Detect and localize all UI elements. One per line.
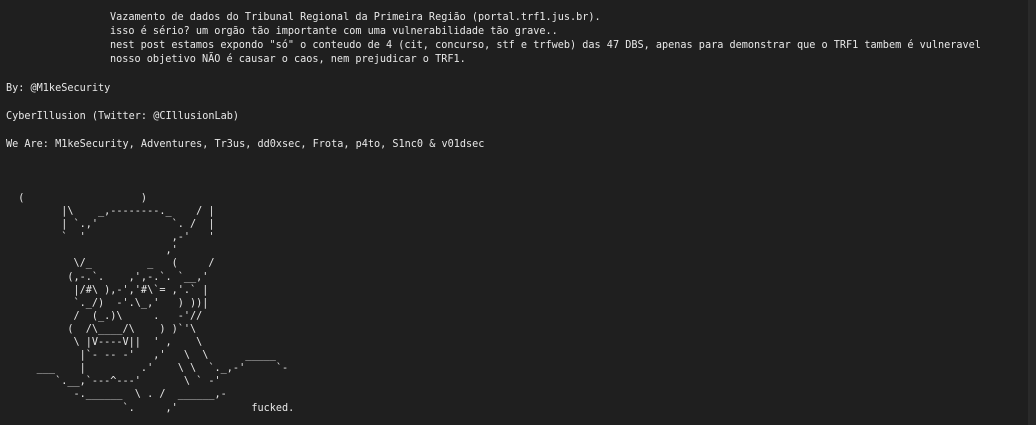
leak-announcement: Vazamento de dados do Tribunal Regional … (110, 11, 981, 67)
announcement-line-4: nosso objetivo NÃO é causar o caos, nem … (110, 54, 466, 65)
group-credit: CyberIllusion (Twitter: @CIllusionLab) (6, 111, 240, 122)
vertical-scrollbar[interactable] (1030, 0, 1036, 425)
ascii-art-skull: ( ) |\ _,--------._ / | | `.,' `. / | ` … (18, 193, 295, 414)
members-credit: We Are: M1keSecurity, Adventures, Tr3us,… (6, 139, 485, 150)
announcement-line-3: nest post estamos expondo "só" o conteud… (110, 40, 981, 51)
credits-section: By: @M1keSecurity CyberIllusion (Twitter… (6, 82, 484, 166)
author-credit: By: @M1keSecurity (6, 83, 111, 94)
paste-viewer: Vazamento de dados do Tribunal Regional … (0, 0, 1036, 425)
announcement-line-2: isso é sério? um orgão tão importante co… (110, 26, 558, 37)
announcement-line-1: Vazamento de dados do Tribunal Regional … (110, 12, 601, 23)
